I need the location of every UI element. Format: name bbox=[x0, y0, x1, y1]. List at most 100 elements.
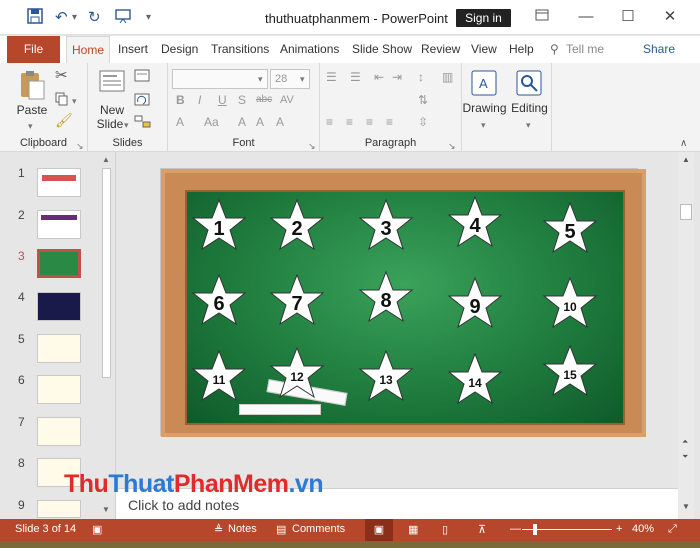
spelling-icon[interactable]: ▣ bbox=[92, 523, 102, 536]
slide-thumbnail-selected[interactable] bbox=[37, 249, 81, 278]
font-name-combo[interactable] bbox=[172, 69, 268, 89]
paste-label[interactable]: Paste bbox=[12, 103, 52, 117]
editing-label[interactable]: Editing bbox=[507, 101, 552, 115]
slide-thumbnail[interactable] bbox=[37, 334, 81, 363]
numbering-icon[interactable]: ☰ bbox=[350, 70, 361, 84]
previous-slide-icon[interactable]: ⏶ bbox=[682, 437, 688, 447]
star-shape[interactable]: 11 bbox=[191, 349, 247, 403]
line-spacing-icon[interactable]: ↕ bbox=[418, 70, 424, 84]
scroll-up-icon[interactable]: ▲ bbox=[682, 155, 690, 164]
star-shape[interactable]: 10 bbox=[542, 276, 598, 330]
comments-button[interactable]: Comments bbox=[292, 523, 345, 535]
star-shape[interactable]: 4 bbox=[447, 195, 503, 249]
zoom-slider-thumb[interactable] bbox=[533, 524, 537, 535]
star-shape[interactable]: 15 bbox=[542, 344, 598, 398]
star-shape[interactable]: 13 bbox=[358, 349, 414, 403]
zoom-level[interactable]: 40% bbox=[632, 523, 654, 535]
increase-indent-icon[interactable]: ⇥ bbox=[392, 70, 402, 84]
align-left-icon[interactable]: ≡ bbox=[326, 115, 333, 129]
slide-thumbnail[interactable] bbox=[37, 168, 81, 197]
editor-scrollbar[interactable]: ▲ ⏶ ⏷ ▼ bbox=[678, 152, 694, 519]
font-launcher-icon[interactable]: ↘ bbox=[308, 139, 316, 153]
scroll-down-icon[interactable]: ▼ bbox=[682, 502, 690, 511]
notes-icon[interactable]: ≜ bbox=[214, 523, 223, 536]
next-slide-icon[interactable]: ⏷ bbox=[682, 452, 688, 462]
star-shape[interactable]: 3 bbox=[358, 198, 414, 252]
slide-thumbnail[interactable] bbox=[37, 210, 81, 239]
paste-dropdown-icon[interactable]: ▾ bbox=[28, 119, 33, 133]
italic-icon[interactable]: I bbox=[198, 93, 201, 107]
star-shape[interactable]: 8 bbox=[358, 270, 414, 324]
star-shape[interactable]: 9 bbox=[447, 276, 503, 330]
copy-dropdown-icon[interactable]: ▾ bbox=[72, 94, 77, 108]
tell-me-search[interactable]: Tell me bbox=[566, 42, 604, 56]
drawing-dropdown-icon[interactable]: ▾ bbox=[481, 118, 486, 132]
layout-icon[interactable] bbox=[134, 69, 152, 86]
align-text-icon[interactable]: ⇳ bbox=[418, 115, 428, 129]
tab-review[interactable]: Review bbox=[421, 42, 460, 56]
slide-sorter-icon[interactable]: ▦ bbox=[408, 523, 418, 536]
save-icon[interactable] bbox=[27, 8, 43, 30]
sign-in-button[interactable]: Sign in bbox=[456, 9, 511, 27]
paragraph-launcher-icon[interactable]: ↘ bbox=[448, 139, 456, 153]
character-spacing-icon[interactable]: AV bbox=[280, 93, 294, 107]
reset-icon[interactable] bbox=[134, 93, 152, 110]
slide-show-icon[interactable]: ⊼ bbox=[478, 523, 486, 536]
cut-icon[interactable]: ✂ bbox=[55, 68, 68, 83]
tab-transitions[interactable]: Transitions bbox=[211, 42, 269, 56]
font-color-icon[interactable]: A bbox=[176, 115, 184, 129]
slide-thumbnail[interactable] bbox=[37, 375, 81, 404]
tab-design[interactable]: Design bbox=[161, 42, 198, 56]
scroll-down-icon[interactable]: ▼ bbox=[102, 505, 110, 514]
tab-insert[interactable]: Insert bbox=[118, 42, 148, 56]
slide-canvas[interactable]: 1 2 3 4 5 6 7 8 9 10 11 12 13 14 15 bbox=[160, 168, 646, 437]
tab-view[interactable]: View bbox=[471, 42, 497, 56]
notes-placeholder[interactable]: Click to add notes bbox=[128, 497, 239, 513]
star-shape[interactable]: 5 bbox=[542, 201, 598, 255]
new-slide-label-2[interactable]: Slide bbox=[92, 117, 128, 131]
clipboard-launcher-icon[interactable]: ↘ bbox=[76, 139, 84, 153]
strikethrough-icon[interactable]: abc bbox=[256, 93, 272, 107]
undo-icon[interactable]: ↶ bbox=[55, 8, 68, 28]
present-icon[interactable] bbox=[114, 8, 132, 30]
minimize-icon[interactable]: — bbox=[574, 7, 598, 27]
paste-icon[interactable] bbox=[18, 69, 46, 104]
collapse-ribbon-icon[interactable]: ∧ bbox=[680, 137, 687, 151]
comments-icon[interactable]: ▤ bbox=[276, 523, 286, 536]
star-shape[interactable]: 6 bbox=[191, 273, 247, 327]
columns-icon[interactable]: ▥ bbox=[442, 70, 453, 84]
shadow-icon[interactable]: S bbox=[238, 93, 246, 107]
slide-thumbnail[interactable] bbox=[37, 417, 81, 446]
scrollbar-thumb[interactable] bbox=[102, 168, 111, 378]
align-center-icon[interactable]: ≡ bbox=[346, 115, 353, 129]
format-painter-icon[interactable]: 🖌 bbox=[55, 113, 73, 127]
drawing-icon[interactable]: A bbox=[470, 69, 498, 100]
justify-icon[interactable]: ≡ bbox=[386, 115, 393, 129]
slide-thumbnail[interactable] bbox=[37, 500, 81, 518]
star-shape[interactable]: 14 bbox=[447, 352, 503, 406]
undo-dropdown-icon[interactable]: ▾ bbox=[72, 8, 77, 28]
tab-slide-show[interactable]: Slide Show bbox=[352, 42, 412, 56]
tab-home[interactable]: Home bbox=[66, 36, 110, 63]
editing-dropdown-icon[interactable]: ▾ bbox=[526, 118, 531, 132]
new-slide-dropdown-icon[interactable]: ▾ bbox=[124, 118, 129, 132]
star-shape[interactable]: 2 bbox=[269, 198, 325, 252]
customize-icon[interactable]: ▾ bbox=[146, 8, 151, 28]
font-name-dropdown-icon[interactable]: ▾ bbox=[258, 72, 263, 86]
bold-icon[interactable]: B bbox=[176, 93, 185, 107]
section-icon[interactable] bbox=[134, 115, 152, 132]
star-shape[interactable]: 12 bbox=[269, 346, 325, 400]
editing-icon[interactable] bbox=[515, 69, 543, 100]
star-shape[interactable]: 1 bbox=[191, 198, 247, 252]
scrollbar-thumb[interactable] bbox=[680, 204, 692, 220]
thumbnail-scrollbar[interactable]: ▲ ▼ bbox=[99, 152, 114, 519]
zoom-in-icon[interactable]: + bbox=[616, 523, 622, 535]
font-size-dropdown-icon[interactable]: ▾ bbox=[300, 72, 305, 86]
notes-button[interactable]: Notes bbox=[228, 523, 257, 535]
scroll-up-icon[interactable]: ▲ bbox=[102, 155, 110, 164]
tab-animations[interactable]: Animations bbox=[280, 42, 339, 56]
bullets-icon[interactable]: ☰ bbox=[326, 70, 337, 84]
change-case-icon[interactable]: Aa bbox=[204, 115, 219, 129]
reading-view-icon[interactable]: ▯ bbox=[442, 523, 448, 536]
redo-icon[interactable]: ↻ bbox=[88, 8, 101, 28]
